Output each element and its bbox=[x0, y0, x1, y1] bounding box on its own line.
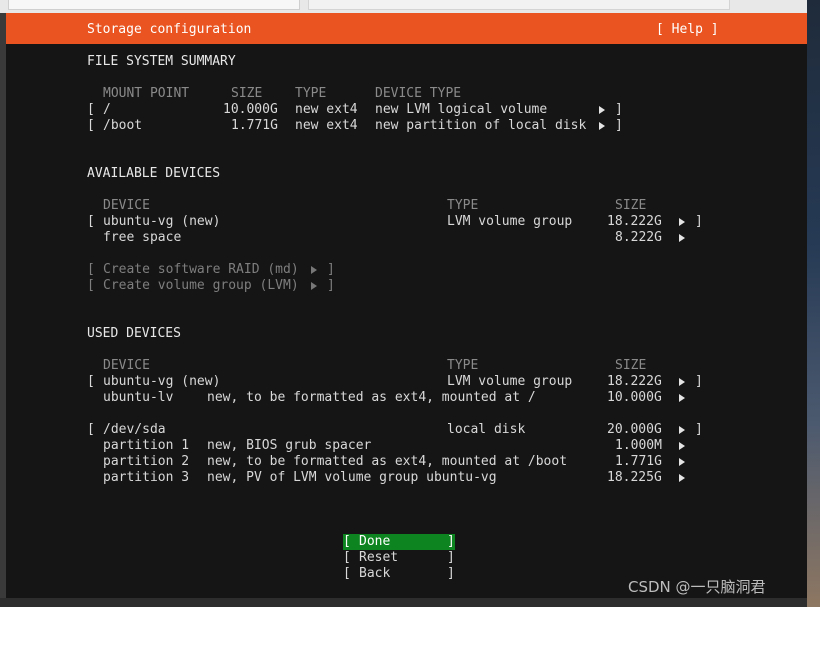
device-name: partition 3 bbox=[103, 470, 190, 485]
fs-mount: / bbox=[103, 102, 111, 117]
fs-col-type: TYPE bbox=[295, 86, 327, 101]
bracket-open: [ bbox=[87, 262, 95, 277]
device-desc: new, to be formatted as ext4, mounted at… bbox=[207, 454, 568, 469]
used-col-device: DEVICE bbox=[103, 358, 150, 373]
device-size: 18.222G bbox=[607, 374, 662, 389]
device-name: ubuntu-lv bbox=[103, 390, 174, 405]
bracket-close: ] bbox=[447, 534, 455, 549]
fs-device-type: new LVM logical volume bbox=[375, 102, 548, 117]
create-raid-label: Create software RAID (md) bbox=[103, 262, 299, 277]
host-tab-right bbox=[308, 0, 730, 10]
device-size: 1.000M bbox=[615, 438, 662, 453]
host-tab-left bbox=[8, 0, 300, 10]
bracket-open: [ bbox=[343, 550, 351, 565]
device-type: local disk bbox=[447, 422, 526, 437]
fs-size: 1.771G bbox=[231, 118, 278, 133]
bracket-close: ] bbox=[695, 214, 703, 229]
available-col-type: TYPE bbox=[447, 198, 479, 213]
used-heading: USED DEVICES bbox=[87, 326, 181, 341]
bracket-close: ] bbox=[447, 566, 455, 581]
available-col-size: SIZE bbox=[615, 198, 647, 213]
device-name: partition 1 bbox=[103, 438, 190, 453]
bracket-close: ] bbox=[695, 422, 703, 437]
bracket-close: ] bbox=[615, 102, 623, 117]
bracket-close: ] bbox=[327, 262, 335, 277]
fs-mount: /boot bbox=[103, 118, 143, 133]
bracket-open: [ bbox=[87, 214, 95, 229]
menu-arrow-icon bbox=[311, 262, 319, 278]
menu-arrow-icon bbox=[679, 422, 687, 438]
bracket-open: [ bbox=[87, 278, 95, 293]
page-title: Storage configuration bbox=[87, 22, 252, 37]
used-col-type: TYPE bbox=[447, 358, 479, 373]
menu-arrow-icon bbox=[599, 102, 607, 118]
fs-device-type: new partition of local disk bbox=[375, 118, 587, 133]
bracket-open: [ bbox=[87, 374, 95, 389]
used-col-size: SIZE bbox=[615, 358, 647, 373]
fs-size: 10.000G bbox=[223, 102, 278, 117]
device-size: 18.222G bbox=[607, 214, 662, 229]
watermark: CSDN @一只脑洞君 bbox=[628, 578, 766, 596]
back-label: Back bbox=[359, 566, 391, 581]
menu-arrow-icon bbox=[311, 278, 319, 294]
menu-arrow-icon bbox=[679, 230, 687, 246]
device-size: 1.771G bbox=[615, 454, 662, 469]
bracket-open: [ bbox=[87, 102, 95, 117]
host-window-top-strip bbox=[0, 0, 820, 13]
reset-label: Reset bbox=[359, 550, 399, 565]
device-desc: new, BIOS grub spacer bbox=[207, 438, 372, 453]
menu-arrow-icon bbox=[599, 118, 607, 134]
device-size: 20.000G bbox=[607, 422, 662, 437]
fs-type: new ext4 bbox=[295, 102, 358, 117]
bracket-open: [ bbox=[87, 422, 95, 437]
available-col-device: DEVICE bbox=[103, 198, 150, 213]
device-desc: new, PV of LVM volume group ubuntu-vg bbox=[207, 470, 497, 485]
menu-arrow-icon bbox=[679, 470, 687, 486]
bracket-open: [ bbox=[343, 566, 351, 581]
menu-arrow-icon bbox=[679, 390, 687, 406]
bracket-close: ] bbox=[695, 374, 703, 389]
device-size: 18.225G bbox=[607, 470, 662, 485]
device-type: LVM volume group bbox=[447, 374, 573, 389]
device-name: ubuntu-vg (new) bbox=[103, 214, 221, 229]
device-type: LVM volume group bbox=[447, 214, 573, 229]
help-button[interactable]: [ Help ] bbox=[656, 22, 719, 38]
menu-arrow-icon bbox=[679, 454, 687, 470]
device-name: free space bbox=[103, 230, 182, 245]
device-size: 8.222G bbox=[615, 230, 662, 245]
bracket-close: ] bbox=[327, 278, 335, 293]
done-label: Done bbox=[359, 534, 391, 549]
menu-arrow-icon bbox=[679, 374, 687, 390]
menu-arrow-icon bbox=[679, 438, 687, 454]
back-button[interactable]: [ Back ] bbox=[343, 566, 455, 582]
fs-col-mount: MOUNT POINT bbox=[103, 86, 190, 101]
device-name: ubuntu-vg (new) bbox=[103, 374, 221, 389]
bracket-close: ] bbox=[615, 118, 623, 133]
vm-bottom-border bbox=[0, 598, 820, 607]
reset-button[interactable]: [ Reset ] bbox=[343, 550, 455, 566]
device-desc: new, to be formatted as ext4, mounted at… bbox=[207, 390, 536, 405]
header-bar: Storage configuration [ Help ] bbox=[6, 13, 807, 44]
bracket-open: [ bbox=[343, 534, 351, 549]
create-vg-label: Create volume group (LVM) bbox=[103, 278, 299, 293]
device-name: partition 2 bbox=[103, 454, 190, 469]
installer-screen: Storage configuration [ Help ] FILE SYST… bbox=[6, 13, 807, 598]
device-name: /dev/sda bbox=[103, 422, 166, 437]
done-button[interactable]: [ Done ] bbox=[343, 534, 455, 550]
bracket-open: [ bbox=[87, 118, 95, 133]
device-size: 10.000G bbox=[607, 390, 662, 405]
fs-type: new ext4 bbox=[295, 118, 358, 133]
available-heading: AVAILABLE DEVICES bbox=[87, 166, 221, 181]
fs-summary-heading: FILE SYSTEM SUMMARY bbox=[87, 54, 236, 69]
fs-col-size: SIZE bbox=[231, 86, 263, 101]
bracket-close: ] bbox=[447, 550, 455, 565]
desktop-background-edge bbox=[807, 0, 820, 607]
menu-arrow-icon bbox=[679, 214, 687, 230]
fs-col-device-type: DEVICE TYPE bbox=[375, 86, 462, 101]
